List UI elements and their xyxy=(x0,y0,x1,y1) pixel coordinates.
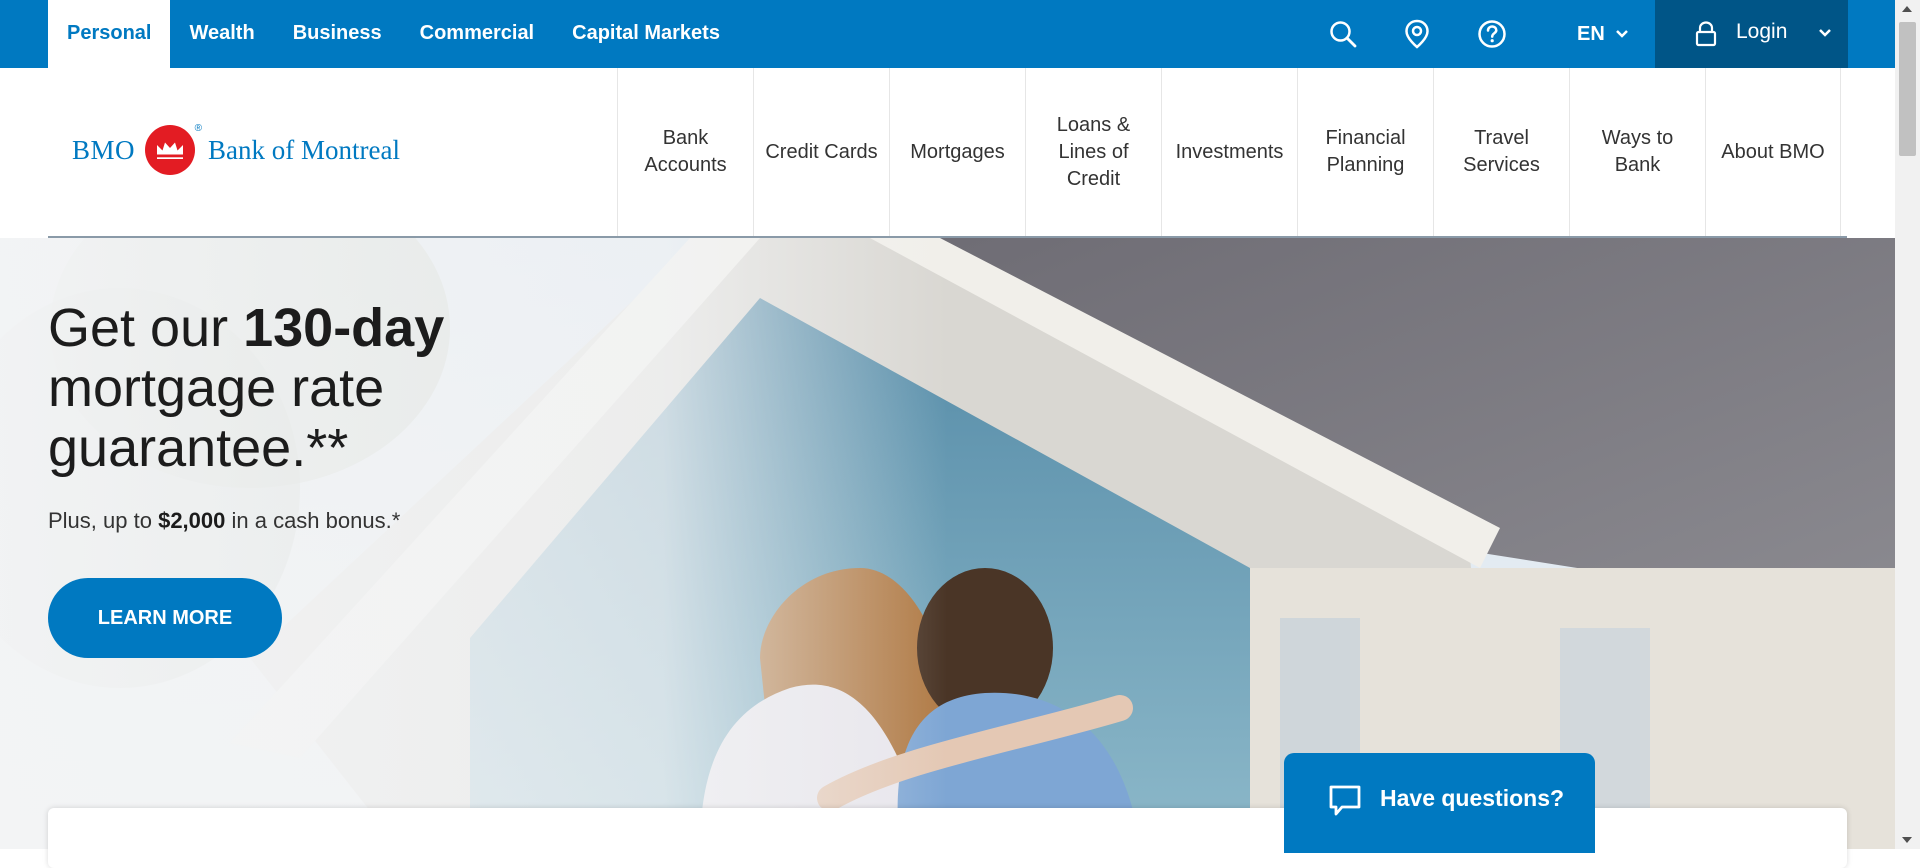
scroll-down-icon[interactable] xyxy=(1902,837,1912,843)
headline-emphasis: 130-day xyxy=(243,298,445,358)
logo-bmo-text: BMO xyxy=(72,134,136,165)
main-navigation: BMO ® Bank of Montreal Bank Accounts Cre… xyxy=(48,68,1847,238)
headline-text: mortgage rate guarantee.** xyxy=(48,358,385,478)
login-label: Login xyxy=(1736,20,1788,43)
nav-credit-cards[interactable]: Credit Cards xyxy=(753,68,889,236)
search-button[interactable] xyxy=(1326,0,1360,68)
subtext: in a cash bonus.* xyxy=(225,508,401,533)
chat-label: Have questions? xyxy=(1380,785,1565,811)
location-icon xyxy=(1405,19,1429,49)
segment-capital-markets[interactable]: Capital Markets xyxy=(553,0,739,68)
bmo-logo[interactable]: BMO ® Bank of Montreal xyxy=(72,123,400,175)
hero-text: Get our 130-day mortgage rate guarantee.… xyxy=(48,298,568,534)
login-button[interactable]: Login xyxy=(1655,0,1848,68)
nav-financial-planning[interactable]: Financial Planning xyxy=(1297,68,1433,236)
segment-personal[interactable]: Personal xyxy=(48,0,171,68)
subtext: Plus, up to xyxy=(48,508,159,533)
lock-icon xyxy=(1695,21,1717,47)
nav-bank-accounts[interactable]: Bank Accounts xyxy=(617,68,753,236)
scrollbar-thumb[interactable] xyxy=(1899,22,1916,156)
search-icon xyxy=(1330,21,1357,48)
location-button[interactable] xyxy=(1400,0,1434,68)
nav-mortgages[interactable]: Mortgages xyxy=(889,68,1025,236)
chevron-down-icon xyxy=(1615,30,1628,38)
language-label: EN xyxy=(1577,22,1605,45)
headline-text: Get our xyxy=(48,298,244,358)
chat-bubble-icon xyxy=(1329,785,1361,816)
nav-menu: Bank Accounts Credit Cards Mortgages Loa… xyxy=(617,68,1841,236)
help-icon xyxy=(1478,20,1506,48)
logo-bank-name: Bank of Montreal xyxy=(208,134,400,165)
help-button[interactable] xyxy=(1475,0,1509,68)
segment-tabs: Personal Wealth Business Commercial Capi… xyxy=(48,0,739,68)
learn-more-button[interactable]: LEARN MORE xyxy=(48,578,282,658)
hero-headline: Get our 130-day mortgage rate guarantee.… xyxy=(48,298,568,478)
registered-mark: ® xyxy=(194,123,203,134)
page-scrollbar[interactable] xyxy=(1895,0,1920,849)
segment-bar: Personal Wealth Business Commercial Capi… xyxy=(0,0,1895,68)
segment-wealth[interactable]: Wealth xyxy=(170,0,273,68)
have-questions-chat-button[interactable]: Have questions? xyxy=(1284,753,1595,853)
hero-subtext: Plus, up to $2,000 in a cash bonus.* xyxy=(48,508,568,534)
nav-about-bmo[interactable]: About BMO xyxy=(1705,68,1841,236)
nav-travel-services[interactable]: Travel Services xyxy=(1433,68,1569,236)
nav-ways-to-bank[interactable]: Ways to Bank xyxy=(1569,68,1705,236)
segment-commercial[interactable]: Commercial xyxy=(401,0,554,68)
language-selector[interactable]: EN xyxy=(1577,0,1629,68)
bmo-roundel-icon: ® xyxy=(145,123,202,175)
scroll-up-icon[interactable] xyxy=(1902,6,1912,12)
hero-banner: Get our 130-day mortgage rate guarantee.… xyxy=(0,238,1895,849)
chevron-down-icon xyxy=(1819,29,1831,37)
segment-business[interactable]: Business xyxy=(274,0,401,68)
nav-investments[interactable]: Investments xyxy=(1161,68,1297,236)
nav-loans-lines-of-credit[interactable]: Loans & Lines of Credit xyxy=(1025,68,1161,236)
subtext-emphasis: $2,000 xyxy=(158,508,226,533)
